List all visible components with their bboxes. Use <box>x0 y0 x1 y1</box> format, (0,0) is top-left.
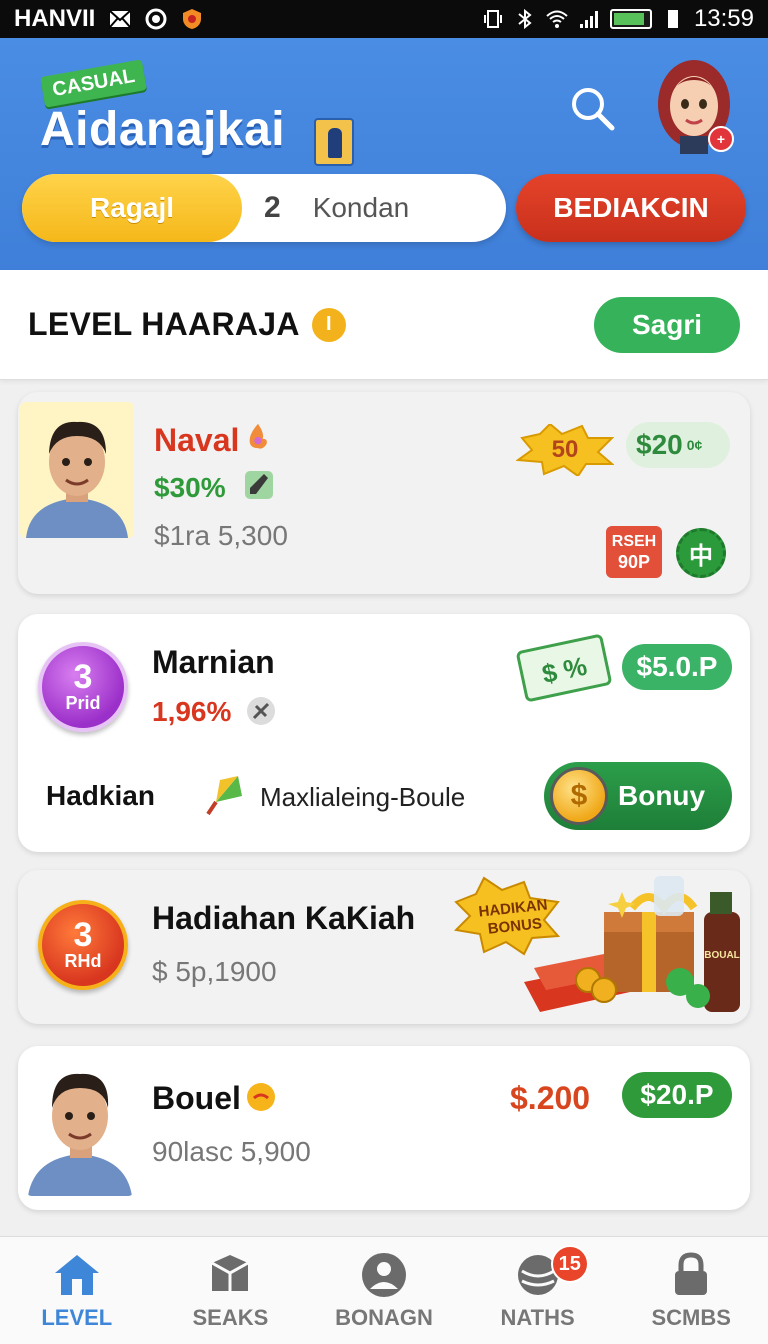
app-logo[interactable]: Aidanajkai CASUAL <box>36 59 376 190</box>
kite-icon <box>206 776 242 816</box>
player-name: Naval <box>154 422 240 458</box>
logo-text: Aidanajkai <box>40 103 286 156</box>
list-item[interactable]: 3 Prid Marnian 1,96% $ % $5.0.P Hadkian … <box>18 614 750 852</box>
bediakcin-button[interactable]: BEDIAKCIN <box>516 174 746 242</box>
notification-badge: + <box>708 126 734 152</box>
sim-icon <box>667 10 678 28</box>
logo-mascot-icon <box>314 118 354 166</box>
coin-icon: $ <box>550 767 608 825</box>
tab-ragajl[interactable]: Ragajl <box>22 174 242 242</box>
mail-icon <box>109 10 132 28</box>
amount-pill[interactable]: $20.P <box>622 1072 732 1118</box>
shield-icon <box>183 9 202 29</box>
promo-tag[interactable]: RSEH 90P <box>606 526 662 578</box>
ticket-icon[interactable]: $ % <box>515 633 613 703</box>
amount-pill[interactable]: $5.0.P <box>622 644 732 690</box>
vibrate-icon <box>483 10 502 28</box>
player-name: Marnian <box>152 644 275 680</box>
clock: 13:59 <box>693 5 754 32</box>
player-rate: $30% <box>154 472 226 503</box>
reward-illustration: HADIKAN BONUS BOUAL <box>454 872 750 1022</box>
list-item[interactable]: Naval $30% $1ra 5,300 50 $20 0¢ RSEH 90P… <box>18 392 750 594</box>
notification-count-badge: 15 <box>550 1245 589 1283</box>
gift-bundle-icon <box>454 876 740 1012</box>
status-bar: HANVII 13:59 <box>0 0 768 38</box>
section-header: LEVEL HAARAJA I Sagri <box>0 270 768 380</box>
tab-kondan[interactable]: Kondan <box>313 192 410 224</box>
nav-scmbs[interactable]: SCMBS <box>614 1237 768 1344</box>
logo-tag: CASUAL <box>40 59 148 108</box>
sagri-button[interactable]: Sagri <box>594 296 740 353</box>
home-icon <box>54 1254 99 1295</box>
user-icon <box>361 1252 406 1297</box>
score-burst: 50 <box>516 424 614 476</box>
rank-badge: 3 RHd <box>38 900 128 990</box>
avatar-man-icon <box>28 1073 132 1196</box>
player-meta: 90lasc 5,900 <box>152 1136 311 1167</box>
avatar <box>20 402 134 538</box>
list-item[interactable]: Bouel 90lasc 5,900 $.200 $20.P <box>18 1046 750 1210</box>
record-icon <box>145 8 167 30</box>
row-label: Hadkian <box>46 780 155 811</box>
bottom-navigation: LEVEL SEAKS BONAGN NATHS 15 SCMBS <box>0 1236 768 1344</box>
tool-icon <box>247 697 275 725</box>
bluetooth-icon <box>518 8 532 30</box>
avatar <box>26 1054 134 1196</box>
lock-icon <box>675 1251 708 1295</box>
app-header: Aidanajkai CASUAL + Ragajl 2 Kondan BEDI… <box>0 38 768 270</box>
battery-indicator <box>609 9 652 29</box>
rank-badge: 3 Prid <box>38 642 128 732</box>
bottle-icon <box>245 471 273 499</box>
profile-avatar[interactable]: + <box>654 54 734 154</box>
bonus-button[interactable]: $ Bonuy <box>544 762 732 830</box>
list-item[interactable]: 3 RHd Hadiahan KaKiah $ 5p,1900 HADIKAN … <box>18 870 750 1024</box>
carrier-name: HANVII <box>14 5 96 32</box>
seal-icon[interactable]: 中 <box>676 528 726 578</box>
info-icon[interactable]: I <box>311 307 346 342</box>
player-name: Bouel <box>152 1080 241 1116</box>
flame-icon <box>249 423 267 449</box>
reward-title: Hadiahan KaKiah <box>152 900 416 936</box>
nav-bonagn[interactable]: BONAGN <box>307 1237 461 1344</box>
emoji-icon <box>247 1083 275 1111</box>
search-icon[interactable] <box>568 84 616 132</box>
box-icon <box>211 1254 250 1291</box>
price-label: $.200 <box>510 1080 591 1116</box>
nav-level[interactable]: LEVEL <box>0 1237 154 1344</box>
segment-tabs: Ragajl 2 Kondan <box>22 174 506 242</box>
player-meta: $1ra 5,300 <box>154 520 288 551</box>
signal-icon <box>579 11 598 28</box>
player-rate: 1,96% <box>152 696 232 727</box>
avatar-man-icon <box>20 402 134 538</box>
reward-meta: $ 5p,1900 <box>152 956 277 987</box>
amount-pill[interactable]: $20 0¢ <box>626 422 730 468</box>
section-title: LEVEL HAARAJA <box>28 306 300 342</box>
wifi-icon <box>546 10 568 28</box>
nav-naths[interactable]: NATHS 15 <box>461 1237 615 1344</box>
tab-count: 2 <box>264 191 281 224</box>
nav-seaks[interactable]: SEAKS <box>154 1237 308 1344</box>
bonus-description: Maxlialeing-Boule <box>260 782 466 812</box>
